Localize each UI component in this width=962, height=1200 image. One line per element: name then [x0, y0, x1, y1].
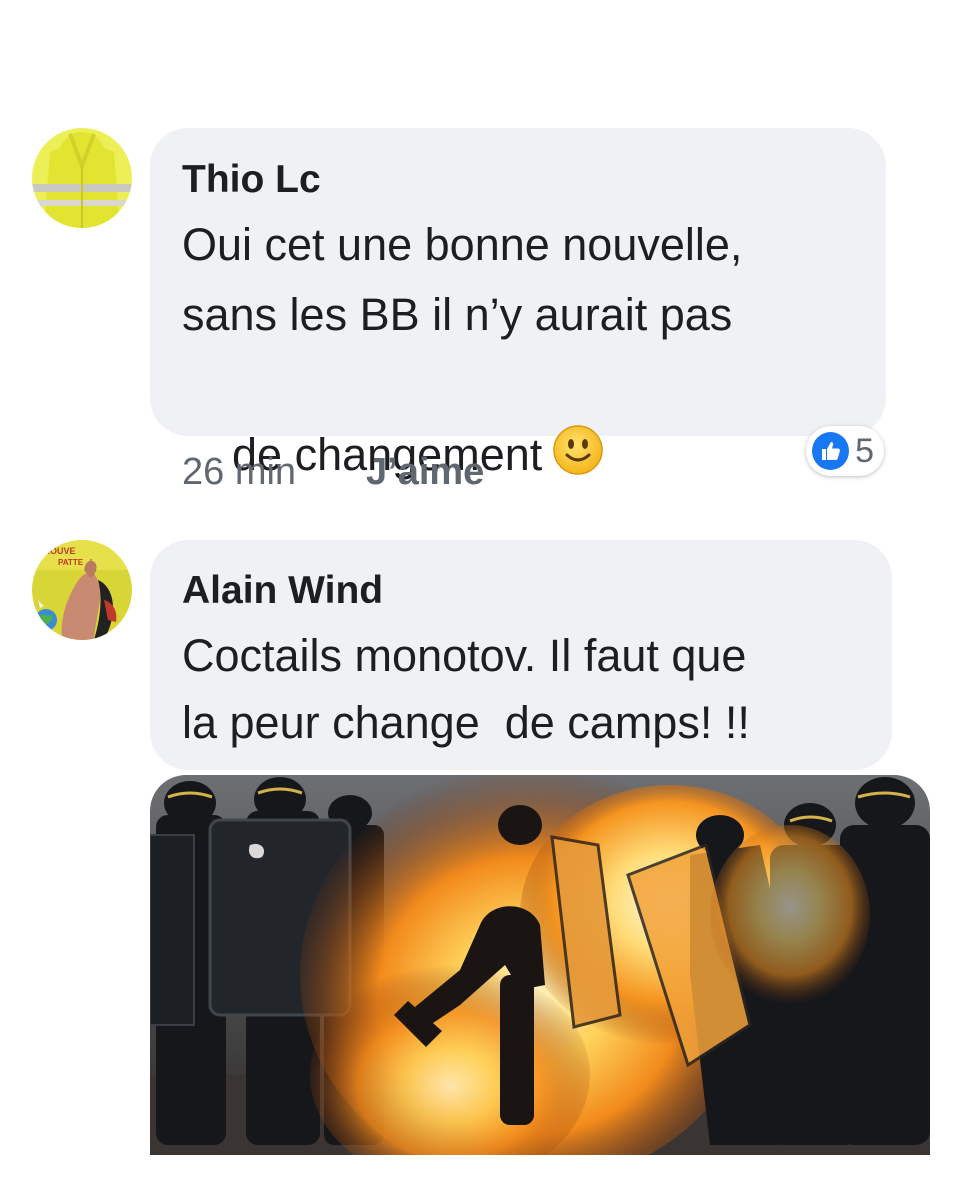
comment-alain-wind: TROUVE PATTE ..! Alain Wind Coctails mon…	[0, 0, 962, 1200]
riot-police-fire-image	[150, 775, 930, 1155]
avatar-sign-text: TROUVE	[38, 546, 76, 556]
protest-photo-avatar-icon: TROUVE PATTE ..!	[32, 540, 132, 640]
avatar[interactable]: TROUVE PATTE ..!	[32, 540, 132, 640]
attached-photo[interactable]	[150, 775, 930, 1155]
comment-text-line: Coctails monotov. Il faut que	[182, 630, 747, 681]
comment-author[interactable]: Alain Wind	[182, 569, 383, 613]
comment-text-line: la peur change de camps! !!	[182, 697, 750, 748]
